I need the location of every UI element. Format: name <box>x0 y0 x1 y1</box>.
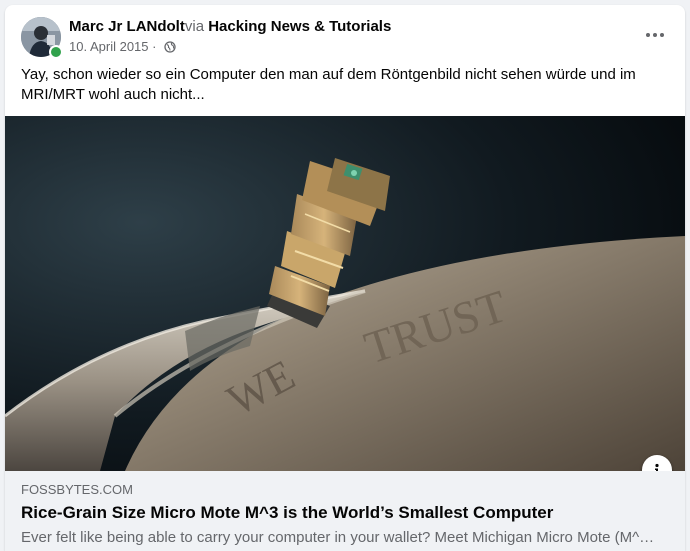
more-options-button[interactable] <box>641 23 669 47</box>
link-preview[interactable]: FOSSBYTES.COM Rice-Grain Size Micro Mote… <box>5 471 685 551</box>
author-avatar[interactable] <box>21 17 63 59</box>
author-line: Marc Jr LANdoltvia Hacking News & Tutori… <box>69 18 391 36</box>
post-card: Marc Jr LANdoltvia Hacking News & Tutori… <box>5 5 685 551</box>
post-date[interactable]: 10. April 2015 <box>69 39 149 55</box>
online-status-dot <box>49 45 63 59</box>
via-label: via <box>184 18 205 35</box>
author-name[interactable]: Marc Jr LANdolt <box>69 18 185 35</box>
post-meta: 10. April 2015 · <box>69 39 176 55</box>
more-horizontal-icon <box>646 33 664 37</box>
info-icon <box>655 463 659 471</box>
link-image[interactable]: TRUST WE <box>5 116 685 471</box>
globe-icon[interactable] <box>164 41 176 53</box>
link-title: Rice-Grain Size Micro Mote M^3 is the Wo… <box>21 503 554 522</box>
post-header: Marc Jr LANdoltvia Hacking News & Tutori… <box>5 5 685 65</box>
page-name[interactable]: Hacking News & Tutorials <box>208 18 391 35</box>
post-text: Yay, schon wieder so ein Computer den ma… <box>21 66 636 103</box>
meta-separator: · <box>152 39 157 54</box>
coin-computer-photo: TRUST WE <box>5 116 685 471</box>
link-description: Ever felt like being able to carry your … <box>21 529 661 546</box>
link-domain: FOSSBYTES.COM <box>21 482 133 497</box>
